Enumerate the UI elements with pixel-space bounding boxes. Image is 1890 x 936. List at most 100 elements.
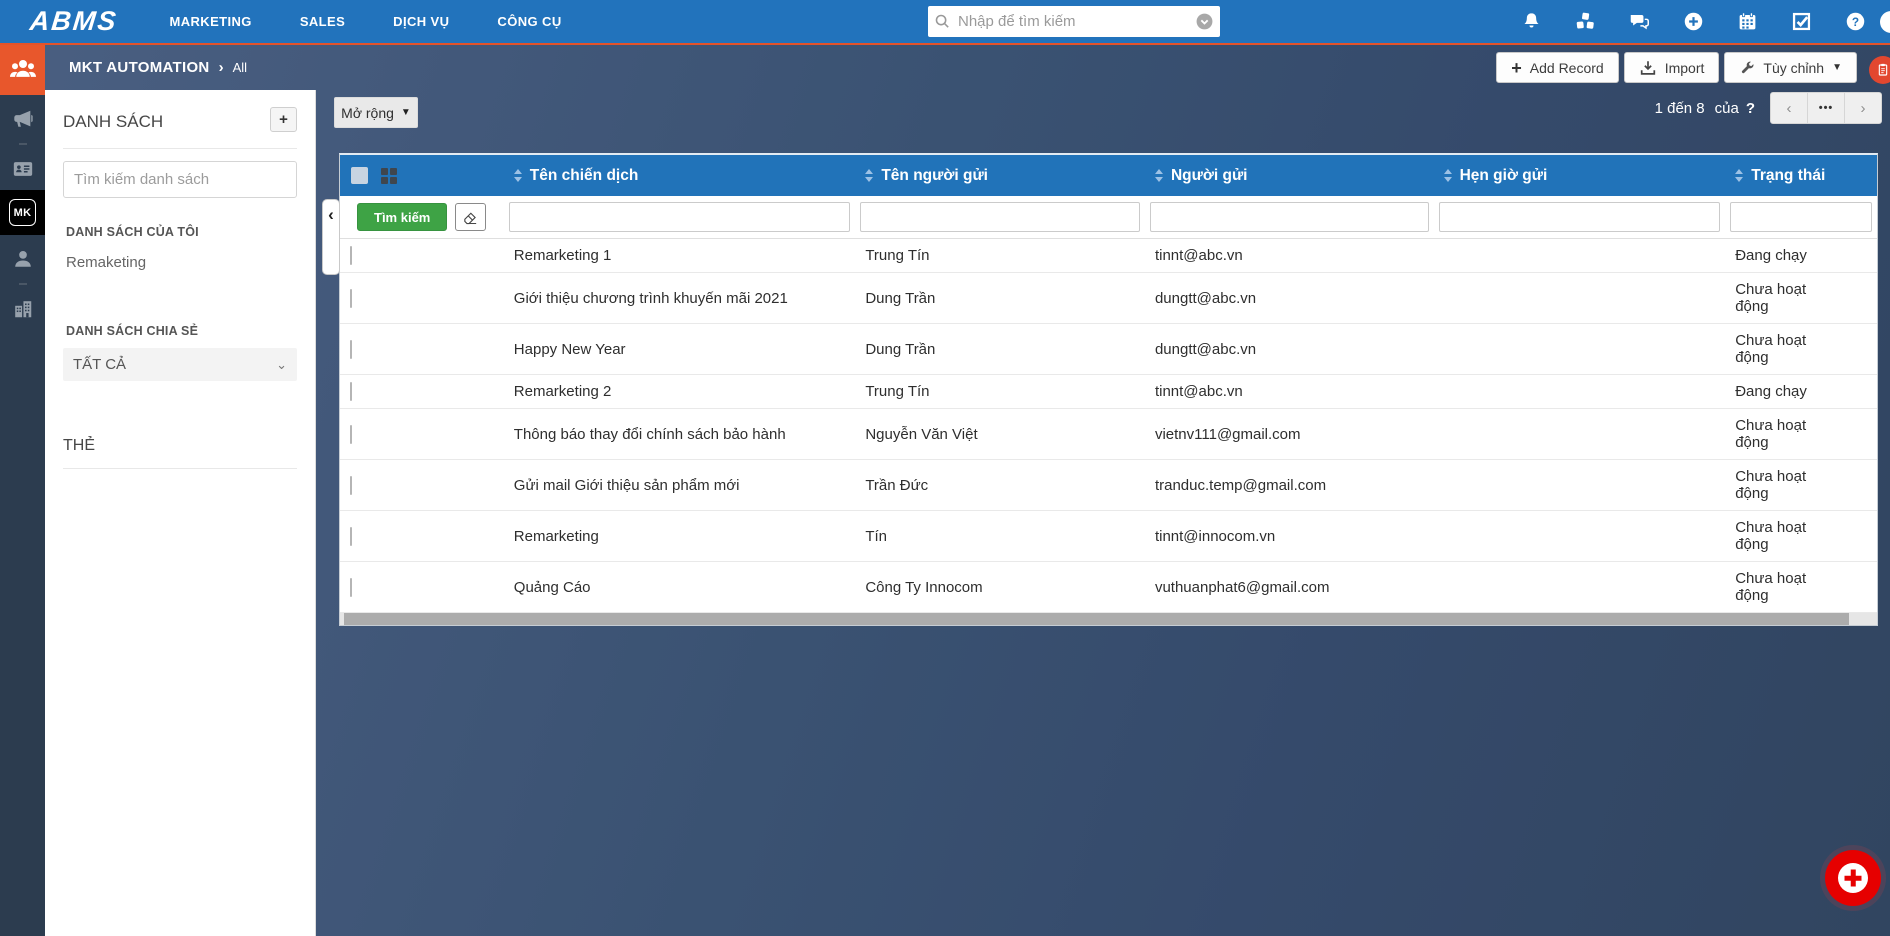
cell-sender-email: tinnt@innocom.vn [1154,527,1276,545]
table-header: Tên chiến dịch Tên người gửi Người gửi H… [340,155,1877,196]
cell-status: Đang chạy [1735,383,1807,400]
cell-sender-email: vuthuanphat6@gmail.com [1154,578,1330,596]
table-row[interactable]: Thông báo thay đổi chính sách bảo hành N… [340,409,1877,460]
filter-input-campaign[interactable] [508,202,851,232]
grid-view-icon[interactable] [381,167,397,184]
search-scope-chevron-icon[interactable] [1195,12,1214,31]
filter-input-sender-name[interactable] [860,202,1140,232]
column-header-campaign[interactable]: Tên chiến dịch [504,167,856,185]
column-header-sender-name[interactable]: Tên người gửi [855,167,1145,185]
table-row[interactable]: Happy New Year Dung Trần dungtt@abc.vn C… [340,324,1877,375]
table-row[interactable]: Remarketing 1 Trung Tín tinnt@abc.vn Đan… [340,239,1877,273]
cell-schedule [1434,426,1726,442]
breadcrumb-current: All [232,60,248,75]
add-list-button[interactable]: + [270,107,297,132]
bell-icon[interactable] [1521,11,1542,32]
pagination-prev-button[interactable]: ‹ [1770,92,1808,124]
table-row[interactable]: Giới thiệu chương trình khuyến mãi 2021 … [340,273,1877,324]
filter-input-schedule[interactable] [1438,202,1721,232]
shared-lists-select[interactable]: TẤT CẢ ⌄ [63,348,297,381]
column-header-schedule[interactable]: Hẹn giờ gửi [1434,167,1726,185]
topbar-icon-group: ? [1521,0,1866,43]
question-circle-icon[interactable]: ? [1845,11,1866,32]
cell-schedule [1434,341,1726,357]
eraser-icon [464,211,477,224]
pagination-total: ? [1745,99,1755,117]
row-checkbox[interactable] [350,526,352,546]
building-icon[interactable] [12,298,34,320]
customize-button[interactable]: Tùy chỉnh ▼ [1724,52,1857,83]
menu-item-sales[interactable]: SALES [300,14,345,29]
campaign-table: ‹ Tên chiến dịch Tên người gửi Người gửi… [322,153,1878,626]
import-button[interactable]: Import [1623,52,1720,83]
row-checkbox[interactable] [350,382,352,401]
cell-campaign: Remarketing 1 [513,247,612,264]
person-icon[interactable] [12,248,34,270]
list-panel: DANH SÁCH + DANH SÁCH CỦA TÔI Remaketing… [45,90,316,936]
menu-item-cong-cu[interactable]: CÔNG CỤ [497,14,561,29]
global-search-input[interactable] [958,13,1195,30]
pagination-more-button[interactable]: ••• [1807,92,1845,124]
list-search-input[interactable] [63,161,297,198]
megaphone-icon[interactable] [12,108,34,130]
row-checkbox[interactable] [350,577,352,597]
check-square-icon[interactable] [1791,11,1812,32]
notes-badge[interactable] [1869,56,1890,84]
clear-filters-button[interactable] [455,203,487,231]
shared-lists-label: DANH SÁCH CHIA SẺ [66,324,199,338]
row-checkbox[interactable] [350,339,352,359]
pagination-next-button[interactable]: › [1844,92,1882,124]
column-label: Người gửi [1170,166,1248,184]
column-header-status[interactable]: Trạng thái [1725,167,1877,185]
list-item-remaketing[interactable]: Remaketing [66,254,297,271]
breadcrumb: MKT AUTOMATION › All [69,45,247,90]
sidebar-divider [18,283,27,285]
clipboard-icon [1878,63,1888,76]
chevron-down-icon: ▼ [400,107,411,118]
filter-input-status[interactable] [1730,202,1873,232]
main-content: Mở rộng ▼ 1 đến 8 của? ‹ ••• › ‹ Tên chiế… [316,90,1890,936]
top-navigation-bar: ABMS MARKETING SALES DỊCH VỤ CÔNG CỤ ? [0,0,1890,43]
id-card-icon[interactable] [12,158,34,180]
filter-input-sender[interactable] [1149,202,1429,232]
floating-add-button[interactable] [1820,845,1886,911]
add-record-button[interactable]: + Add Record [1496,52,1619,83]
search-icon [935,14,949,28]
cell-schedule [1434,579,1726,595]
module-tile[interactable] [0,45,45,95]
table-search-button[interactable]: Tìm kiếm [357,203,448,231]
sort-icon [1735,169,1744,182]
chat-icon[interactable] [1629,11,1650,32]
menu-item-marketing[interactable]: MARKETING [170,14,252,29]
add-record-label: Add Record [1529,59,1604,76]
edge-cutoff-icon[interactable] [1880,11,1890,33]
svg-text:?: ? [1852,15,1859,29]
pagination-text: 1 đến 8 của? [1655,100,1755,117]
row-checkbox[interactable] [350,475,352,495]
expand-button[interactable]: Mở rộng ▼ [334,97,418,128]
table-row[interactable]: Remarketing 2 Trung Tín tinnt@abc.vn Đan… [340,375,1877,409]
scrollbar-thumb[interactable] [344,613,1849,625]
collapse-panel-button[interactable]: ‹ [322,199,340,275]
expand-label: Mở rộng [341,104,394,121]
table-row[interactable]: Remarketing Tín tinnt@innocom.vn Chưa ho… [340,511,1877,562]
row-checkbox[interactable] [350,246,352,265]
import-label: Import [1664,59,1705,76]
table-row[interactable]: Quảng Cáo Công Ty Innocom vuthuanphat6@g… [340,562,1877,613]
menu-item-dich-vu[interactable]: DỊCH VỤ [393,14,449,29]
sort-icon [1443,169,1452,182]
cell-sender-name: Dung Trần [865,289,936,307]
row-checkbox[interactable] [350,288,352,308]
plus-circle-icon[interactable] [1683,11,1704,32]
sidebar-item-mk-active[interactable]: MK [0,190,45,235]
cubes-icon[interactable] [1575,11,1596,32]
row-checkbox[interactable] [350,424,352,444]
calendar-icon[interactable] [1737,11,1758,32]
cell-sender-name: Công Ty Innocom [865,578,983,596]
breadcrumb-module-title: MKT AUTOMATION [69,59,210,76]
table-row[interactable]: Gửi mail Giới thiệu sản phẩm mới Trần Đứ… [340,460,1877,511]
select-all-checkbox[interactable] [351,167,368,184]
column-label: Tên chiến dịch [529,166,639,184]
column-header-sender[interactable]: Người gửi [1145,167,1434,185]
column-label: Trạng thái [1751,166,1826,184]
